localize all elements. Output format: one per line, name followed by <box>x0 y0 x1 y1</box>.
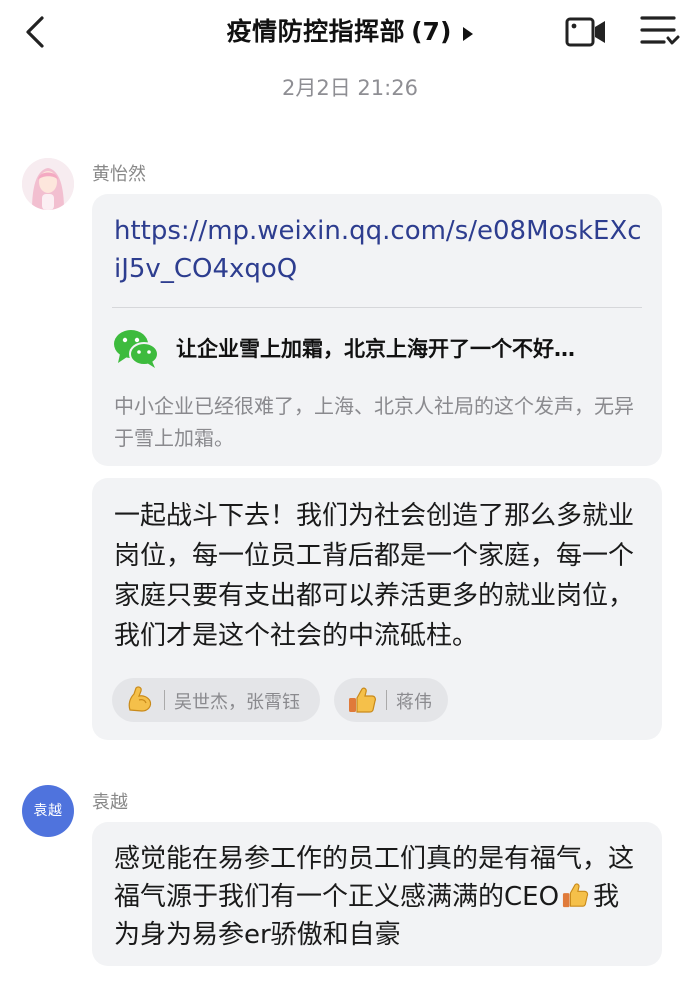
sender-name: 袁越 <box>92 792 128 813</box>
link-card-description: 中小企业已经很难了，上海、北京人社局的这个发声，无异于雪上加霜。 <box>114 394 634 450</box>
wechat-icon <box>114 330 159 368</box>
avatar-initials: 袁越 <box>33 803 63 819</box>
avatar-girl-icon <box>22 158 74 210</box>
link-url[interactable]: https://mp.weixin.qq.com/s/e08MoskEXciJ5… <box>114 212 644 288</box>
reaction-chip-thumbs-up[interactable]: 蒋伟 <box>334 678 448 722</box>
thumbs-up-icon <box>349 687 376 713</box>
chat-title: 疫情防控指挥部 <box>226 17 406 46</box>
link-message-bubble[interactable]: https://mp.weixin.qq.com/s/e08MoskEXciJ5… <box>92 194 662 466</box>
avatar[interactable] <box>22 158 74 210</box>
avatar[interactable]: 袁越 <box>22 785 74 837</box>
reaction-names: 吴世杰，张霄钰 <box>174 692 300 713</box>
header-bar: 疫情防控指挥部 (7) <box>0 0 700 64</box>
card-divider <box>112 307 642 308</box>
member-count: (7) <box>411 17 452 46</box>
message-text: 一起战斗下去！我们为社会创造了那么多就业岗位，每一位员工背后都是一个家庭，每一个… <box>114 501 635 651</box>
video-camera-icon <box>565 17 605 47</box>
reaction-separator <box>386 690 387 710</box>
message-text: 感觉能在易参工作的员工们真的是有福气，这福气源于我们有一个正义感满满的CEO 我… <box>114 840 642 954</box>
message-text-part: 感觉能在易参工作的员工们真的是有福气，这福气源于我们有一个正义感满满的CEO <box>114 844 635 912</box>
reaction-chip-biceps[interactable]: 吴世杰，张霄钰 <box>112 678 320 722</box>
reaction-separator <box>164 690 165 710</box>
chat-screen: 疫情防控指挥部 (7) 2月2日 21:26 黄怡然 https://mp.we… <box>0 0 700 982</box>
video-call-button[interactable] <box>564 14 608 50</box>
sender-name: 黄怡然 <box>92 164 146 185</box>
flexed-biceps-icon <box>128 686 152 712</box>
text-message-bubble[interactable]: 感觉能在易参工作的员工们真的是有福气，这福气源于我们有一个正义感满满的CEO 我… <box>92 822 662 966</box>
menu-button[interactable] <box>638 12 682 52</box>
thumbs-up-icon <box>562 883 589 908</box>
menu-icon <box>640 16 680 45</box>
message-timestamp: 2月2日 21:26 <box>282 76 418 100</box>
reaction-names: 蒋伟 <box>396 692 432 713</box>
play-arrow-icon <box>463 26 474 41</box>
link-card-title: 让企业雪上加霜，北京上海开了一个不好… <box>176 337 575 361</box>
text-message-bubble[interactable]: 一起战斗下去！我们为社会创造了那么多就业岗位，每一位员工背后都是一个家庭，每一个… <box>92 478 662 740</box>
